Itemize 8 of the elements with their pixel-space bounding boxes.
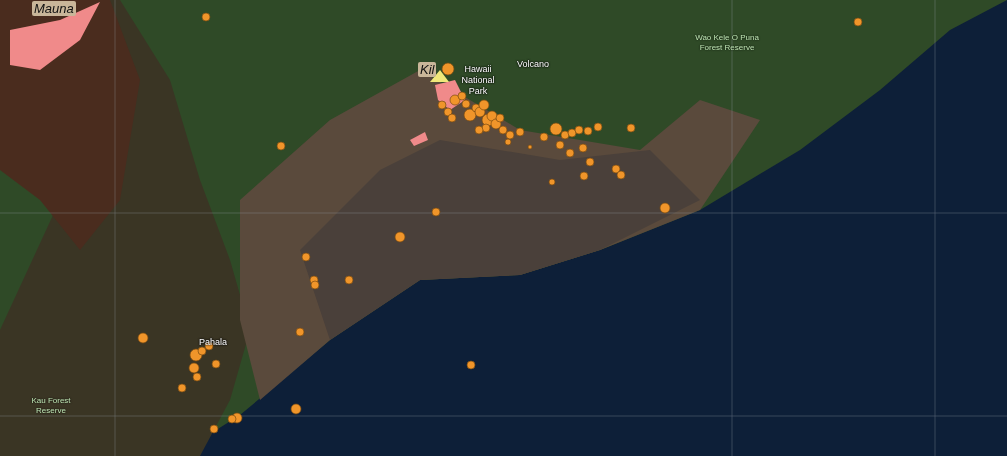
map-label: Kau Forest Reserve (30, 396, 72, 416)
map-label: Kil (418, 62, 437, 77)
map-label: Volcano (516, 59, 550, 70)
map-label: Pahala (198, 337, 228, 348)
satellite-map[interactable]: Mauna Kil Hawaii National Park Volcano Wao Kele O Puna Forest Reserve Pahala Kau Forest Reserve (0, 0, 1007, 456)
map-label: Hawaii National Park (460, 64, 496, 97)
map-label: Mauna (32, 1, 76, 16)
map-label: Wao Kele O Puna Forest Reserve (694, 33, 760, 53)
